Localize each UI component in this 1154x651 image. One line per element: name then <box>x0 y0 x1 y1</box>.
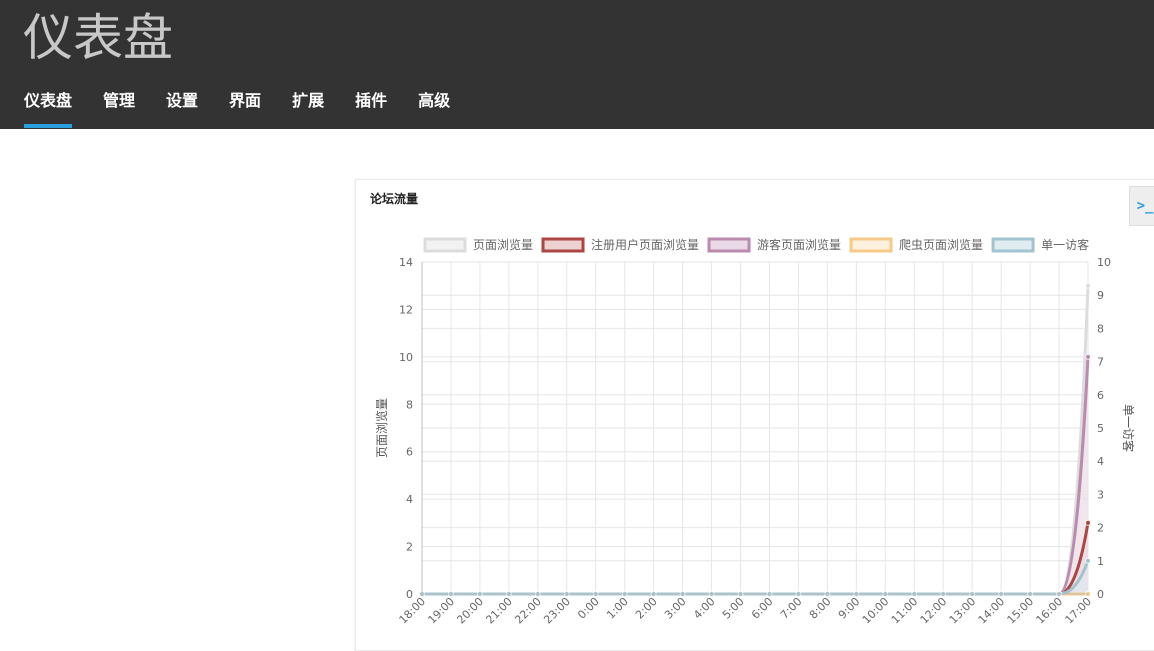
page-title: 仪表盘 <box>23 9 173 67</box>
panel-title: 论坛流量 <box>370 192 419 206</box>
top-header: 仪表盘 仪表盘 管理 设置 界面 扩展 插件 高级 <box>0 0 1154 129</box>
nav-tab-appearance[interactable]: 界面 <box>229 86 261 129</box>
nav-tab-advanced[interactable]: 高级 <box>418 86 450 129</box>
nav-tab-extend[interactable]: 扩展 <box>292 86 324 129</box>
terminal-toggle-button[interactable]: >_ <box>1129 186 1154 226</box>
main-nav: 仪表盘 管理 设置 界面 扩展 插件 高级 <box>24 86 481 129</box>
nav-tab-manage[interactable]: 管理 <box>103 86 135 129</box>
nav-tab-dashboard[interactable]: 仪表盘 <box>24 86 73 129</box>
forum-traffic-panel: 论坛流量 <box>355 179 1154 651</box>
nav-tab-settings[interactable]: 设置 <box>166 86 198 129</box>
terminal-icon: >_ <box>1136 198 1154 214</box>
nav-tab-plugins[interactable]: 插件 <box>355 86 387 129</box>
